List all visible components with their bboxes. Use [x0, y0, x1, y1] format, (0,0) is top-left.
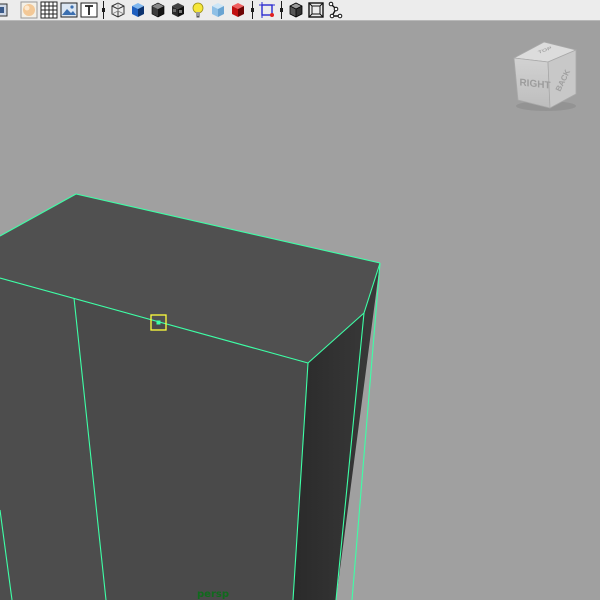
toolbar-separator — [102, 1, 105, 19]
xray-cube-icon[interactable] — [209, 1, 227, 19]
wire-on-shaded-icon[interactable] — [287, 1, 305, 19]
light-sphere-icon[interactable] — [20, 1, 38, 19]
text-icon[interactable] — [80, 1, 98, 19]
maya-viewport-window: RIGHT BACK TOP persp — [0, 0, 600, 600]
checker-cube-icon[interactable] — [169, 1, 187, 19]
image-plane-icon[interactable] — [60, 1, 78, 19]
blue-cube-icon[interactable] — [129, 1, 147, 19]
lightbulb-icon[interactable] — [189, 1, 207, 19]
red-cube-icon[interactable] — [229, 1, 247, 19]
perspective-viewport[interactable]: RIGHT BACK TOP — [0, 21, 600, 600]
camera-square-icon[interactable] — [0, 1, 18, 19]
dark-cube-icon[interactable] — [149, 1, 167, 19]
toolbar-separator — [251, 1, 254, 19]
box-mesh[interactable] — [0, 193, 381, 600]
viewport-panel-toolbar — [0, 0, 600, 21]
toolbar-separator — [280, 1, 283, 19]
frame-icon[interactable] — [307, 1, 325, 19]
grid-icon[interactable] — [40, 1, 58, 19]
isolate-icon[interactable] — [258, 1, 276, 19]
wireframe-cube-icon[interactable] — [109, 1, 127, 19]
joint-icon[interactable] — [327, 1, 345, 19]
camera-name-label: persp — [197, 589, 229, 600]
